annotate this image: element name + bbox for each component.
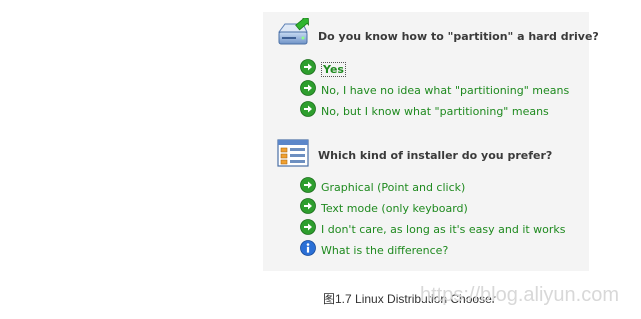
option-dont-care[interactable]: I don't care, as long as it's easy and i… (300, 219, 566, 239)
installer-window-icon (276, 137, 310, 173)
green-arrow-icon (300, 80, 316, 100)
green-arrow-icon (300, 219, 316, 239)
question-installer-header: Which kind of installer do you prefer? (276, 137, 552, 173)
option-graphical-label: Graphical (Point and click) (321, 180, 466, 194)
question-partition-header: Do you know how to "partition" a hard dr… (276, 16, 599, 54)
green-arrow-icon (300, 101, 316, 121)
hard-drive-icon (276, 16, 310, 54)
option-what-difference-label: What is the difference? (321, 243, 449, 257)
option-know-partitioning[interactable]: No, but I know what "partitioning" means (300, 101, 549, 121)
option-know-partitioning-label: No, but I know what "partitioning" means (321, 104, 549, 118)
green-arrow-icon (300, 177, 316, 197)
question-partition-text: Do you know how to "partition" a hard dr… (318, 29, 599, 43)
option-no-idea-partitioning-label: No, I have no idea what "partitioning" m… (321, 83, 570, 97)
watermark-text: https://blog.aliyun.com (420, 284, 619, 306)
green-arrow-icon (300, 59, 316, 79)
option-text-mode[interactable]: Text mode (only keyboard) (300, 198, 468, 218)
info-icon (300, 240, 316, 260)
option-what-difference[interactable]: What is the difference? (300, 240, 449, 260)
green-arrow-icon (300, 198, 316, 218)
option-text-mode-label: Text mode (only keyboard) (321, 201, 468, 215)
option-yes[interactable]: Yes (300, 59, 346, 79)
option-yes-label: Yes (321, 61, 346, 77)
option-no-idea-partitioning[interactable]: No, I have no idea what "partitioning" m… (300, 80, 570, 100)
option-graphical[interactable]: Graphical (Point and click) (300, 177, 466, 197)
option-dont-care-label: I don't care, as long as it's easy and i… (321, 222, 566, 236)
question-installer-text: Which kind of installer do you prefer? (318, 148, 553, 162)
chooser-panel: Do you know how to "partition" a hard dr… (263, 12, 599, 271)
